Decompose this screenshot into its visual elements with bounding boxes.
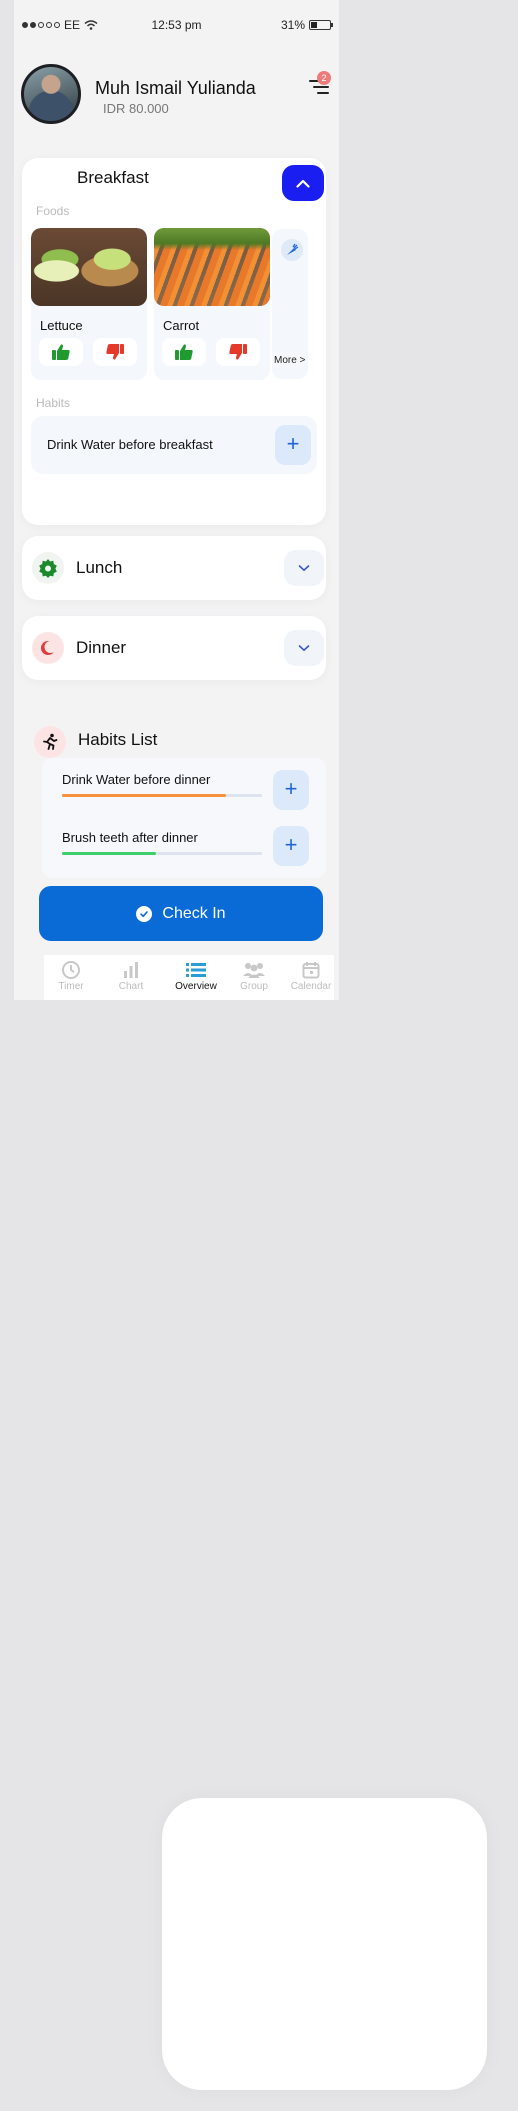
status-bar: EE 12:53 pm 31%	[14, 14, 339, 36]
food-card-lettuce[interactable]: Lettuce	[31, 228, 147, 380]
bar-chart-icon	[124, 962, 138, 978]
list-icon	[186, 963, 206, 977]
dislike-button[interactable]	[216, 338, 260, 366]
thumbs-down-icon	[106, 344, 124, 360]
thumbs-up-icon	[52, 344, 70, 360]
add-habit-button[interactable]: +	[273, 826, 309, 866]
like-button[interactable]	[162, 338, 206, 366]
chevron-down-icon	[298, 565, 310, 572]
calendar-icon	[302, 962, 320, 979]
thumbs-down-icon	[229, 344, 247, 360]
food-name: Carrot	[163, 318, 200, 333]
lettuce-photo	[31, 228, 147, 306]
habits-label: Habits	[36, 396, 71, 410]
tab-label: Group	[240, 981, 268, 992]
more-foods-card[interactable]: More >	[272, 229, 308, 379]
thumbs-up-icon	[175, 344, 193, 360]
notification-badge: 2	[317, 71, 331, 85]
tab-label: Chart	[118, 981, 144, 992]
check-icon	[136, 905, 153, 922]
app-screen: EE 12:53 pm 31% Muh Ismail Yulianda IDR …	[14, 0, 339, 1000]
progress-bar	[62, 852, 262, 855]
chevron-down-icon	[298, 645, 310, 652]
lunch-card[interactable]: Lunch	[22, 536, 326, 600]
habit-name: Brush teeth after dinner	[62, 830, 198, 845]
food-card-carrot[interactable]: Carrot	[154, 228, 270, 380]
gear-icon	[32, 552, 64, 584]
dinner-card[interactable]: Dinner	[22, 616, 326, 680]
tab-chart[interactable]: Chart	[102, 959, 160, 992]
tab-timer[interactable]: Timer	[42, 959, 100, 992]
lunch-title: Lunch	[76, 558, 123, 577]
expand-dinner-button[interactable]	[284, 630, 324, 666]
habit-row-breakfast: Drink Water before breakfast +	[31, 416, 317, 474]
group-icon	[243, 963, 265, 978]
carrot-icon	[281, 239, 303, 261]
progress-bar	[62, 794, 262, 797]
dinner-title: Dinner	[76, 638, 127, 657]
carrot-photo	[154, 228, 270, 306]
expand-lunch-button[interactable]	[284, 550, 324, 586]
empty-sheet-panel	[162, 1798, 487, 2090]
collapse-button[interactable]	[282, 165, 324, 201]
check-in-button[interactable]: Check In	[39, 886, 323, 941]
more-link[interactable]: More >	[274, 355, 305, 366]
crescent-icon	[32, 632, 64, 664]
battery-percent: 31%	[280, 18, 305, 32]
add-habit-button[interactable]: +	[275, 425, 311, 465]
tab-label: Overview	[175, 981, 217, 992]
breakfast-title: Breakfast	[77, 168, 149, 187]
tab-group[interactable]: Group	[225, 959, 283, 992]
battery-status: 31%	[280, 18, 333, 32]
tab-overview[interactable]: Overview	[167, 959, 225, 992]
running-icon	[34, 726, 66, 758]
user-balance: IDR 80.000	[103, 101, 169, 116]
add-habit-button[interactable]: +	[273, 770, 309, 810]
user-name: Muh Ismail Yulianda	[95, 78, 256, 98]
tab-label: Calendar	[290, 981, 332, 992]
progress-fill	[62, 794, 226, 797]
food-name: Lettuce	[40, 318, 83, 333]
tab-calendar[interactable]: Calendar	[282, 959, 339, 992]
clock-icon	[62, 961, 80, 979]
habit-name: Drink Water before dinner	[62, 772, 211, 787]
avatar[interactable]	[21, 64, 81, 124]
like-button[interactable]	[39, 338, 83, 366]
chevron-up-icon	[296, 179, 310, 188]
habits-list-title: Habits List	[78, 730, 158, 749]
dislike-button[interactable]	[93, 338, 137, 366]
foods-label: Foods	[36, 204, 70, 218]
progress-fill	[62, 852, 156, 855]
battery-icon	[309, 20, 333, 30]
check-in-label: Check In	[162, 904, 226, 922]
bottom-tab-bar: Timer Chart Overview Group Calendar	[44, 955, 334, 1000]
tab-label: Timer	[58, 981, 84, 992]
habit-name: Drink Water before breakfast	[47, 437, 213, 452]
